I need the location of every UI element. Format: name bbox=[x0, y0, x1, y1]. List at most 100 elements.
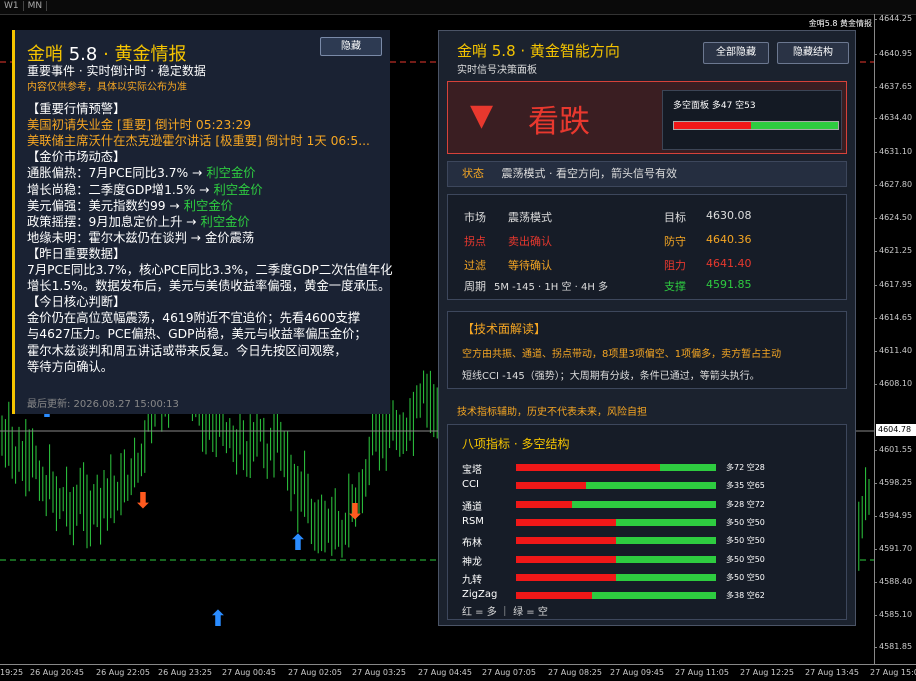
indicator-legend: 红 = 多 ｜ 绿 = 空 bbox=[462, 607, 548, 618]
support-value: 4591.85 bbox=[706, 278, 752, 291]
bull-fill bbox=[674, 122, 752, 129]
time-tick: 27 Aug 13:45 bbox=[805, 668, 859, 677]
price-tick: 4601.55 bbox=[873, 445, 913, 454]
filter-value: 等待确认 bbox=[508, 259, 552, 272]
price-tick: 4637.65 bbox=[873, 82, 913, 91]
status-value: 震荡模式 · 看空方向，箭头信号有效 bbox=[501, 167, 678, 180]
tab-mn[interactable]: MN bbox=[23, 1, 48, 11]
down-arrow-icon: ▼ bbox=[470, 98, 494, 133]
indicator-bar bbox=[516, 573, 716, 581]
time-tick: 27 Aug 00:45 bbox=[222, 668, 276, 677]
hide-structure-button[interactable]: 隐藏结构 bbox=[777, 42, 849, 64]
tech-heading: 【技术面解读】 bbox=[462, 322, 547, 336]
price-tick: 4621.25 bbox=[873, 246, 913, 255]
price-tick: 4631.10 bbox=[873, 147, 913, 156]
hide-all-button[interactable]: 全部隐藏 bbox=[703, 42, 769, 64]
signal-box: ▼ 看跌 多空面板 多47 空53 bbox=[447, 81, 847, 154]
indicator-bar bbox=[516, 464, 716, 471]
indicator-value: 多50 空50 bbox=[726, 572, 765, 582]
support-key: 支撑 bbox=[664, 280, 686, 293]
indicators-title: 八项指标 · 多空结构 bbox=[462, 437, 570, 451]
defense-value: 4640.36 bbox=[706, 233, 752, 246]
price-tick: 4594.95 bbox=[873, 511, 913, 520]
indicator-row: CCI 多35 空65 bbox=[462, 479, 842, 493]
price-tick: 4624.50 bbox=[873, 213, 913, 222]
signal-label: 看跌 bbox=[528, 104, 590, 140]
indicator-name: 九转 bbox=[462, 574, 482, 586]
tech-analysis: 【技术面解读】 空方由共振、通道、拐点带动，8项里3项偏空、1项偏多，卖方暂占主… bbox=[447, 311, 847, 389]
price-tick: 4598.25 bbox=[873, 478, 913, 487]
indicator-bar bbox=[516, 592, 716, 600]
price-tick: 4588.40 bbox=[873, 577, 913, 586]
direction-title: 金哨 5.8 · 黄金智能方向 bbox=[457, 42, 620, 60]
indicator-value: 多50 空50 bbox=[726, 554, 765, 564]
indicator-name: 布林 bbox=[462, 538, 482, 550]
tab-w1[interactable]: W1 bbox=[0, 1, 24, 11]
price-tick: 4585.10 bbox=[873, 610, 913, 619]
indicator-row: 通道 多28 空72 bbox=[462, 498, 842, 513]
chart-header: 金哨5.8 黄金情报 bbox=[808, 19, 872, 28]
intel-panel: 金哨 5.8 · 黄金情报 隐藏 重要事件 · 实时倒计时 · 稳定数据 内容仅… bbox=[12, 30, 393, 414]
risk-disclaimer: 技术指标辅助，历史不代表未来，风险自担 bbox=[457, 407, 647, 418]
target-value: 4630.08 bbox=[706, 209, 752, 222]
buy-arrow-icon: ⬆ bbox=[289, 531, 307, 556]
indicator-name: 神龙 bbox=[462, 556, 482, 568]
price-tick: 4617.95 bbox=[873, 280, 913, 289]
sell-arrow-icon: ⬇ bbox=[346, 500, 364, 525]
sell-arrow-icon: ⬇ bbox=[134, 489, 152, 514]
resistance-value: 4641.40 bbox=[706, 257, 752, 270]
price-tick: 4614.65 bbox=[873, 313, 913, 322]
indicator-row: 宝塔 多72 空28 bbox=[462, 461, 842, 476]
time-tick: 26 Aug 22:05 bbox=[96, 668, 150, 677]
time-tick: 27 Aug 09:45 bbox=[610, 668, 664, 677]
last-updated: 最后更新: 2026.08.27 15:00:13 bbox=[27, 399, 179, 410]
time-tick: 27 Aug 11:05 bbox=[675, 668, 729, 677]
direction-panel: 金哨 5.8 · 黄金智能方向 实时信号决策面板 全部隐藏 隐藏结构 ▼ 看跌 … bbox=[438, 30, 856, 626]
indicator-name: 通道 bbox=[462, 501, 482, 513]
target-key: 目标 bbox=[664, 211, 686, 224]
price-axis: 4644.25 4640.95 4637.65 4634.40 4631.10 4627.… bbox=[873, 14, 916, 664]
current-price-tag: 4604.78 bbox=[876, 424, 916, 436]
time-tick: 19:25 bbox=[0, 668, 24, 677]
resistance-key: 阻力 bbox=[664, 259, 686, 272]
price-tick: 4627.80 bbox=[873, 180, 913, 189]
indicator-name: 宝塔 bbox=[462, 465, 482, 476]
intel-line: 等待方向确认。 bbox=[27, 359, 114, 374]
filter-key: 过滤 bbox=[464, 259, 486, 272]
time-tick: 27 Aug 04:45 bbox=[418, 668, 472, 677]
indicator-row: 九转 多50 空50 bbox=[462, 571, 842, 586]
direction-subtitle: 实时信号决策面板 bbox=[457, 65, 537, 76]
indicator-value: 多35 空65 bbox=[726, 481, 765, 491]
time-tick: 27 Aug 02:05 bbox=[288, 668, 342, 677]
indicator-name: RSM bbox=[462, 515, 484, 527]
turn-value: 卖出确认 bbox=[508, 235, 552, 248]
indicator-value: 多38 空62 bbox=[726, 591, 765, 601]
market-key: 市场 bbox=[464, 211, 486, 224]
indicator-bar bbox=[516, 518, 716, 526]
bull-bear-text: 多空面板 多47 空53 bbox=[673, 101, 756, 111]
indicator-name: ZigZag bbox=[462, 589, 498, 601]
buy-arrow-icon: ⬆ bbox=[209, 607, 227, 632]
price-tick: 4581.85 bbox=[873, 642, 913, 651]
indicator-value: 多50 空50 bbox=[726, 517, 765, 527]
price-tick: 4608.10 bbox=[873, 379, 913, 388]
indicator-row: ZigZag 多38 空62 bbox=[462, 589, 842, 603]
defense-key: 防守 bbox=[664, 235, 686, 248]
indicator-row: 布林 多50 空50 bbox=[462, 534, 842, 550]
hide-button[interactable]: 隐藏 bbox=[320, 37, 382, 56]
tech-line-1: 空方由共振、通道、拐点带动，8项里3项偏空、1项偏多，卖方暂占主动 bbox=[462, 349, 782, 360]
time-axis: 19:25 26 Aug 20:45 26 Aug 22:05 26 Aug 23:2… bbox=[0, 664, 916, 681]
intel-warning: 内容仅供参考，具体以实际公布为准 bbox=[27, 82, 187, 93]
indicator-bar bbox=[516, 500, 716, 508]
indicator-name: CCI bbox=[462, 479, 479, 491]
bear-fill bbox=[751, 122, 838, 129]
price-tick: 4634.40 bbox=[873, 113, 913, 122]
price-tick: 4591.70 bbox=[873, 544, 913, 553]
tech-line-2: 短线CCI -145（强势）；大周期有分歧，条件已通过，等箭头执行。 bbox=[462, 371, 760, 382]
price-tick: 4644.25 bbox=[873, 14, 913, 23]
price-tick: 4611.40 bbox=[873, 346, 913, 355]
indicator-value: 多50 空50 bbox=[726, 536, 765, 546]
indicator-value: 多72 空28 bbox=[726, 463, 765, 472]
status-key: 状态 bbox=[462, 167, 484, 180]
indicator-row: 神龙 多50 空50 bbox=[462, 553, 842, 568]
